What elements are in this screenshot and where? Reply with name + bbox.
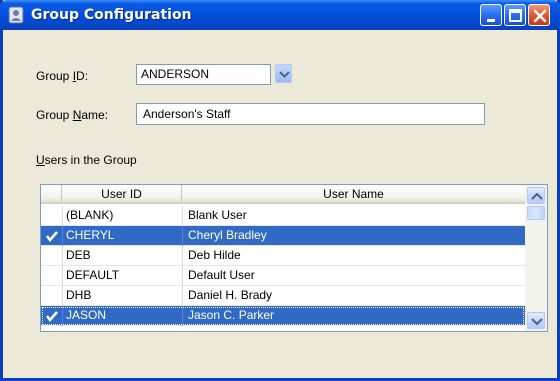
column-divider [182,266,183,286]
header-user-id[interactable]: User ID [62,185,182,204]
scroll-up-button[interactable] [527,187,545,204]
checkmark-icon[interactable] [45,310,59,322]
row-check-cell[interactable] [45,250,59,262]
scroll-down-button[interactable] [527,312,545,329]
chevron-down-icon [531,318,543,326]
user-shield-icon [7,6,25,24]
maximize-button[interactable] [504,4,526,26]
row-check-cell[interactable] [45,290,59,302]
table-row[interactable]: (BLANK) Blank User [41,206,525,226]
close-button[interactable] [528,4,550,26]
group-id-label: Group ID: [36,69,88,83]
users-in-group-label: Users in the Group [36,153,137,167]
group-id-label-part: Group [36,69,73,83]
chevron-up-icon [531,192,543,200]
column-divider [62,206,63,226]
grid-header: User ID User Name [41,185,525,204]
header-check-column[interactable] [41,185,62,204]
column-divider [182,206,183,226]
scroll-thumb[interactable] [527,206,545,220]
user-name-cell: Cheryl Bradley [188,228,267,242]
column-divider [182,306,183,326]
minimize-button[interactable] [480,4,502,26]
table-row[interactable]: DHB Daniel H. Brady [41,286,525,306]
users-label-accel: U [36,153,45,167]
table-row[interactable]: DEFAULT Default User [41,266,525,286]
column-divider [62,266,63,286]
user-id-cell: (BLANK) [66,208,114,222]
group-configuration-window: Group Configuration Group ID: ANDERSON G… [0,0,560,381]
column-divider [62,286,63,306]
title-bar[interactable]: Group Configuration [0,0,560,30]
group-name-value: Anderson's Staff [143,107,231,121]
vertical-scrollbar[interactable] [525,185,547,331]
column-divider [182,286,183,306]
group-id-combobox[interactable]: ANDERSON [136,64,271,85]
group-name-label-part: ame: [81,108,109,122]
user-id-cell: DHB [66,288,92,302]
user-id-cell: DEFAULT [66,268,120,282]
group-name-field[interactable]: Anderson's Staff [136,103,485,125]
user-id-cell: CHERYL [66,228,115,242]
users-grid[interactable]: User ID User Name (BLANK) Blank User CHERY… [40,184,548,332]
table-row[interactable]: DEB Deb Hilde [41,246,525,266]
column-divider [62,246,63,266]
header-user-name[interactable]: User Name [182,185,525,204]
checkmark-icon[interactable] [45,230,59,242]
user-name-cell: Deb Hilde [188,248,241,262]
row-check-cell[interactable] [45,210,59,222]
table-row[interactable]: JASON Jason C. Parker [41,306,525,326]
group-name-label-part: Group [36,108,73,122]
user-name-cell: Blank User [188,208,247,222]
row-check-cell[interactable] [45,270,59,282]
group-id-value: ANDERSON [141,67,210,81]
group-name-label: Group Name: [36,108,108,122]
column-divider [182,226,183,246]
window-title: Group Configuration [31,7,192,23]
users-label-part: sers in the Group [44,153,137,167]
user-name-cell: Default User [188,268,255,282]
user-name-cell: Daniel H. Brady [188,288,273,302]
group-id-dropdown-button[interactable] [275,64,292,83]
user-id-cell: JASON [66,308,107,322]
chevron-down-icon [279,71,290,78]
user-id-cell: DEB [66,248,91,262]
user-name-cell: Jason C. Parker [188,308,275,322]
table-row[interactable]: CHERYL Cheryl Bradley [41,226,525,246]
column-divider [62,226,63,246]
column-divider [62,306,63,326]
column-divider [182,246,183,266]
group-id-label-part: D: [76,69,89,83]
